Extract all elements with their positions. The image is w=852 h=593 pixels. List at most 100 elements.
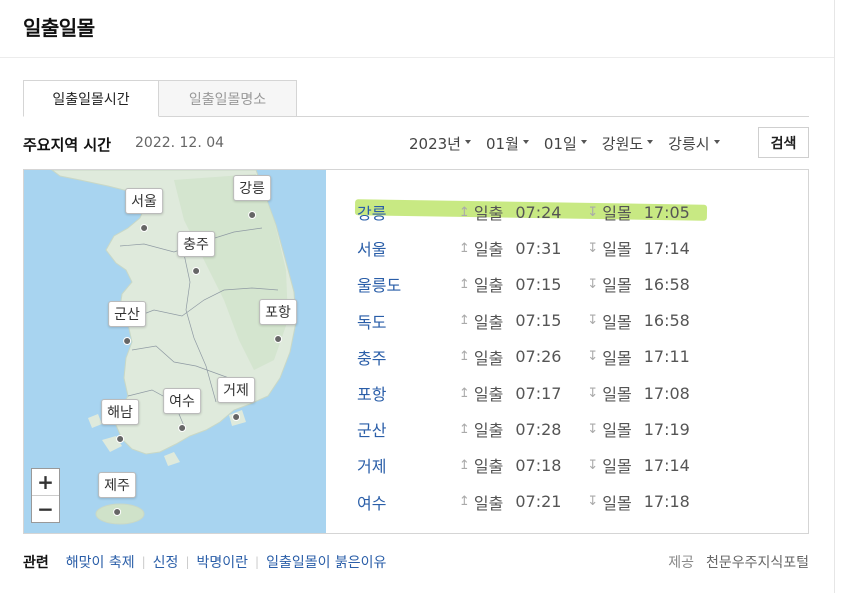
- sunrise-label: 일출: [473, 385, 504, 405]
- sun-time-row: 울릉도 ↥ 일출 07:15 ↧ 일몰 16:58: [357, 266, 716, 302]
- sunset-label: 일몰: [602, 421, 632, 441]
- map-pin-jeju[interactable]: 제주: [98, 472, 136, 516]
- sunrise-time: 07:15: [515, 311, 562, 331]
- city-link[interactable]: 여수: [357, 490, 459, 514]
- sun-time-row: 강릉 ↥ 일출 07:24 ↧ 일몰 17:05: [354, 194, 716, 230]
- city-link[interactable]: 포항: [357, 381, 459, 405]
- city-link[interactable]: 서울: [357, 236, 459, 260]
- city-link[interactable]: 충주: [357, 345, 459, 369]
- map-pin-chungju[interactable]: 충주: [177, 231, 215, 275]
- sunset-label: 일몰: [602, 204, 632, 224]
- chevron-down-icon: [713, 140, 720, 144]
- city-link[interactable]: 군산: [357, 417, 459, 441]
- sunrise-time: 07:17: [515, 383, 562, 403]
- sunrise-arrow-icon: ↥: [459, 421, 470, 437]
- sunset-time: 17:14: [643, 455, 690, 475]
- location-dot-icon: [112, 508, 121, 516]
- korea-map[interactable]: 서울 강릉 충주 포항 군산 해남 여수 거제 제주 + −: [24, 170, 326, 533]
- related-link-new-year[interactable]: 신정: [153, 552, 179, 572]
- map-label-haenam: 해남: [101, 399, 139, 425]
- sun-time-row: 여수 ↥ 일출 07:21 ↧ 일몰 17:18: [357, 484, 716, 520]
- location-dot-icon: [247, 211, 256, 219]
- sunset-time: 17:08: [643, 383, 690, 403]
- map-label-yeosu: 여수: [163, 388, 201, 414]
- zoom-out-button[interactable]: −: [32, 495, 59, 522]
- city-link[interactable]: 강릉: [357, 200, 459, 224]
- location-dot-icon: [122, 337, 131, 345]
- map-pin-geoje[interactable]: 거제: [217, 377, 255, 421]
- sunrise-time: 07:26: [515, 347, 562, 367]
- title-divider: [0, 57, 834, 58]
- source-name[interactable]: 천문우주지식포털: [706, 555, 809, 571]
- map-pin-gunsan[interactable]: 군산: [108, 301, 146, 345]
- map-pin-haenam[interactable]: 해남: [101, 399, 139, 443]
- map-label-chungju: 충주: [177, 231, 215, 257]
- day-select[interactable]: 01일: [544, 133, 587, 154]
- city-select-value: 강릉시: [668, 134, 710, 153]
- map-label-gunsan: 군산: [108, 301, 146, 327]
- month-select-value: 01월: [485, 134, 519, 153]
- sun-time-row: 충주 ↥ 일출 07:26 ↧ 일몰 17:11: [357, 339, 716, 375]
- map-label-geoje: 거제: [217, 377, 255, 403]
- sunrise-arrow-icon: ↥: [459, 240, 470, 256]
- sunrise-arrow-icon: ↥: [459, 276, 470, 292]
- city-link[interactable]: 거제: [357, 453, 459, 477]
- city-select[interactable]: 강릉시: [668, 133, 720, 154]
- map-label-seoul: 서울: [125, 188, 163, 214]
- related-link-festival[interactable]: 해맞이 축제: [66, 552, 135, 572]
- location-dot-icon: [231, 413, 240, 421]
- map-zoom-control: + −: [31, 468, 60, 523]
- sunset-time: 17:18: [643, 492, 690, 512]
- sunset-time: 16:58: [643, 274, 690, 294]
- province-select[interactable]: 강원도: [601, 133, 654, 154]
- tab-sunrise-sunset-spots[interactable]: 일출일몰명소: [159, 80, 297, 117]
- sunset-time: 17:14: [643, 238, 690, 258]
- map-pin-seoul[interactable]: 서울: [125, 188, 163, 232]
- year-select[interactable]: 2023년: [409, 133, 471, 154]
- sunset-arrow-icon: ↧: [587, 385, 599, 401]
- section-title: 주요지역 시간: [23, 136, 112, 154]
- location-dot-icon: [273, 335, 282, 343]
- sunrise-sunset-panel: 서울 강릉 충주 포항 군산 해남 여수 거제 제주 + − 강릉 ↥ 일출 07:2…: [23, 169, 809, 534]
- sun-time-row: 포항 ↥ 일출 07:17 ↧ 일몰 17:08: [357, 375, 716, 411]
- location-dot-icon: [115, 435, 124, 443]
- city-link[interactable]: 독도: [357, 309, 459, 333]
- search-button[interactable]: 검색: [758, 127, 809, 158]
- sunset-time: 17:19: [643, 419, 690, 439]
- map-pin-gangneung[interactable]: 강릉: [233, 175, 271, 219]
- location-dot-icon: [191, 267, 200, 275]
- sunrise-arrow-icon: ↥: [459, 457, 470, 473]
- map-label-pohang: 포항: [259, 299, 297, 325]
- map-label-jeju: 제주: [98, 472, 136, 498]
- sunrise-arrow-icon: ↥: [459, 349, 470, 365]
- related-link-red-sun[interactable]: 일출일몰이 붉은이유: [266, 552, 386, 572]
- sunrise-time: 07:28: [515, 419, 562, 439]
- sunrise-label: 일출: [473, 240, 504, 260]
- sun-time-row: 독도 ↥ 일출 07:15 ↧ 일몰 16:58: [357, 303, 716, 339]
- sunrise-time: 07:24: [515, 202, 562, 222]
- sunrise-label: 일출: [473, 421, 504, 441]
- zoom-in-button[interactable]: +: [32, 469, 59, 495]
- map-pin-yeosu[interactable]: 여수: [163, 388, 201, 432]
- sunset-label: 일몰: [602, 312, 632, 332]
- source-label: 제공: [668, 555, 694, 571]
- sunrise-arrow-icon: ↥: [459, 204, 470, 220]
- sunset-arrow-icon: ↧: [587, 494, 599, 510]
- month-select[interactable]: 01월: [486, 133, 529, 154]
- sunset-arrow-icon: ↧: [587, 204, 599, 220]
- sunrise-time: 07:18: [515, 455, 562, 475]
- related-link-twilight[interactable]: 박명이란: [196, 552, 248, 572]
- sunset-time: 17:11: [643, 347, 690, 367]
- sunset-label: 일몰: [602, 348, 632, 368]
- sunset-arrow-icon: ↧: [587, 313, 599, 329]
- tab-sunrise-sunset-times[interactable]: 일출일몰시간: [23, 80, 159, 117]
- sunrise-label: 일출: [473, 276, 504, 296]
- map-pin-pohang[interactable]: 포항: [259, 299, 297, 343]
- sunset-arrow-icon: ↧: [587, 457, 599, 473]
- chevron-down-icon: [647, 140, 654, 144]
- city-link[interactable]: 울릉도: [357, 272, 459, 296]
- sunset-label: 일몰: [602, 276, 632, 296]
- province-select-value: 강원도: [601, 134, 644, 153]
- sunrise-arrow-icon: ↥: [459, 313, 470, 329]
- sunset-time: 16:58: [643, 311, 690, 331]
